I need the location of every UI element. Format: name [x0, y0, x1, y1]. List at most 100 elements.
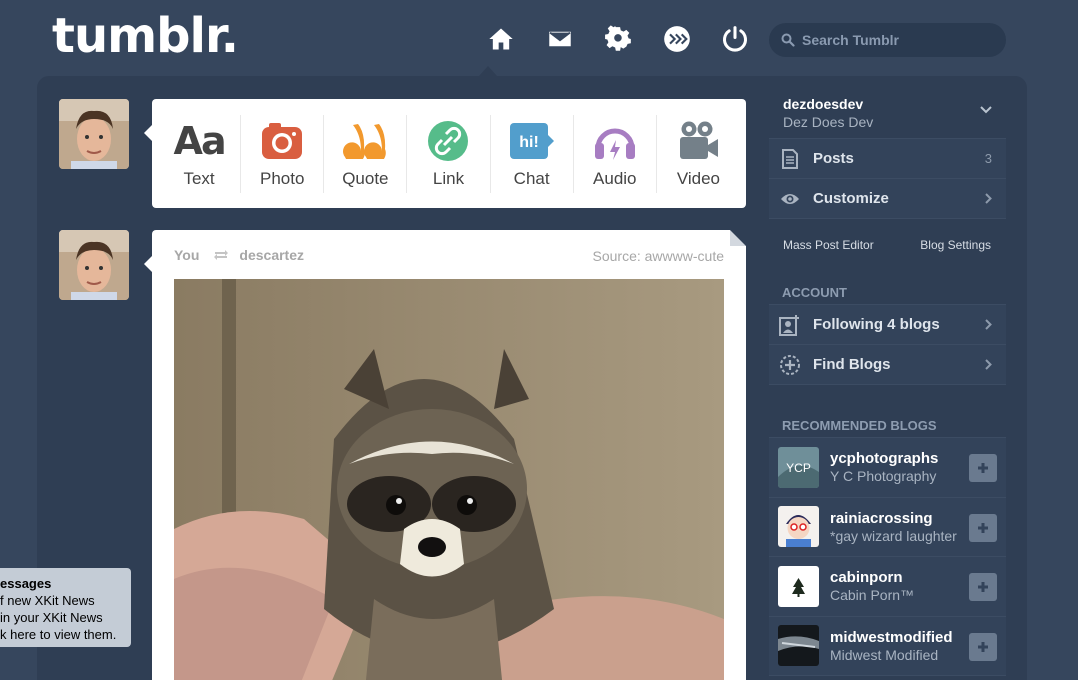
recommended-blog-name[interactable]: cabinporn	[830, 569, 960, 586]
recommended-blog-item[interactable]: rainiacrossing *gay wizard laughter	[769, 497, 1006, 557]
source-link[interactable]: awwww-cute	[645, 248, 724, 264]
recommended-blog-name[interactable]: ycphotographs	[830, 450, 960, 467]
follow-button[interactable]	[969, 513, 997, 542]
sidebar-item-label: Find Blogs	[813, 356, 891, 373]
sidebar-item-find-blogs[interactable]: Find Blogs	[769, 345, 1006, 385]
sidebar-item-label: Posts	[813, 150, 854, 167]
post-type-video[interactable]: Video	[657, 115, 740, 193]
post-type-label: Link	[432, 168, 465, 188]
chevron-right-icon	[985, 193, 992, 204]
blog-small-links: Mass Post Editor Blog Settings	[769, 238, 1006, 252]
user-avatar[interactable]	[59, 99, 129, 169]
recommended-blog-name[interactable]: rainiacrossing	[830, 510, 960, 527]
notification-line: k here to view them.	[0, 627, 117, 642]
follow-button[interactable]	[969, 573, 997, 601]
reblog-icon	[214, 250, 229, 260]
user-avatar-image	[59, 99, 129, 169]
recommended-blog-title: *gay wizard laughter	[830, 527, 957, 544]
post-type-chat[interactable]: hi! Chat	[491, 114, 574, 193]
nav-xkit-button[interactable]	[648, 22, 707, 56]
chevron-right-icon	[985, 359, 992, 370]
plus-icon	[978, 522, 988, 533]
nav-inbox-button[interactable]	[531, 22, 590, 56]
post-author-avatar-image	[59, 230, 129, 300]
xkit-news-notification[interactable]: essages f new XKit News in your XKit New…	[0, 568, 131, 647]
sidebar-item-customize[interactable]: Customize	[769, 179, 1006, 219]
post-type-photo[interactable]: Photo	[241, 114, 325, 193]
headphones-icon	[594, 128, 635, 160]
mass-post-editor-link[interactable]: Mass Post Editor	[783, 238, 874, 252]
top-nav	[472, 22, 765, 56]
recommended-blog-item[interactable]: midwestmodified Midwest Modified	[769, 616, 1006, 676]
post-type-quote[interactable]: Quote	[324, 114, 408, 193]
reblogged-from-link[interactable]: descartez	[239, 247, 304, 263]
post-type-text[interactable]: Aa Text	[158, 114, 242, 193]
recommended-blog-title: Y C Photography	[830, 468, 937, 485]
recommended-blog-item[interactable]: cabinporn Cabin Porn™	[769, 557, 1006, 617]
xkit-icon	[663, 26, 690, 52]
envelope-icon	[547, 29, 573, 49]
recommended-section-header: RECOMMENDED BLOGS	[769, 413, 1006, 438]
gear-icon	[605, 25, 632, 51]
nav-settings-button[interactable]	[589, 22, 648, 56]
sidebar-item-following[interactable]: Following 4 blogs	[769, 305, 1006, 345]
home-icon	[489, 28, 513, 50]
chevron-down-icon[interactable]	[980, 106, 992, 114]
notification-title: essages	[0, 576, 52, 591]
recommended-blog-item[interactable]: YCP ycphotographs Y C Photography	[769, 438, 1006, 498]
compass-icon	[780, 354, 800, 375]
posts-count: 3	[984, 151, 992, 166]
text-icon: Aa	[173, 118, 227, 163]
follow-button[interactable]	[969, 632, 997, 661]
follow-button[interactable]	[969, 454, 997, 482]
recommended-blog-name[interactable]: midwestmodified	[830, 629, 960, 646]
nav-logout-button[interactable]	[706, 22, 765, 56]
post-type-label: Video	[676, 168, 720, 188]
blog-name[interactable]: dezdoesdev	[783, 96, 992, 112]
quote-icon	[343, 123, 387, 159]
search-input[interactable]	[802, 32, 992, 48]
document-icon	[782, 148, 798, 169]
new-post-selector: Aa Text Photo Quote Link hi! Chat Audio …	[144, 99, 746, 208]
chevron-right-icon	[985, 319, 992, 330]
post-author[interactable]: You	[174, 247, 199, 263]
plus-icon	[978, 641, 988, 652]
recommended-blog-avatar[interactable]	[778, 565, 819, 607]
post-type-label: Photo	[259, 168, 305, 188]
post-type-audio[interactable]: Audio	[574, 114, 657, 193]
post-corner-fold	[730, 230, 746, 246]
recommended-blog-avatar[interactable]: YCP	[778, 446, 819, 488]
sidebar-item-label: Customize	[813, 190, 889, 207]
sidebar-item-label: Following 4 blogs	[813, 316, 940, 333]
sidebar-item-posts[interactable]: Posts 3	[769, 139, 1006, 179]
recommended-blog-avatar[interactable]	[778, 625, 819, 667]
search-box[interactable]	[769, 23, 1006, 57]
recommended-blog-title: Cabin Porn™	[830, 587, 915, 604]
nav-active-pointer	[479, 66, 497, 76]
svg-text:hi!: hi!	[519, 134, 539, 151]
post-type-link[interactable]: Link	[407, 114, 491, 193]
link-icon	[428, 120, 469, 161]
post-type-label: Chat	[513, 168, 550, 188]
add-person-icon	[779, 314, 799, 336]
video-camera-icon	[680, 121, 719, 159]
eye-icon	[781, 193, 799, 204]
blog-settings-link[interactable]: Blog Settings	[920, 238, 991, 252]
post-source: Source: awwww-cute	[593, 248, 725, 264]
notification-line: in your XKit News	[0, 610, 103, 625]
recommended-blog-avatar[interactable]	[778, 506, 819, 548]
tumblr-logo[interactable]: tumblr.	[52, 8, 239, 64]
blog-title: Dez Does Dev	[783, 114, 874, 130]
post-type-label: Text	[183, 168, 215, 188]
blog-switcher[interactable]: dezdoesdev Dez Does Dev	[769, 92, 1006, 139]
post-author-avatar[interactable]	[59, 230, 129, 300]
post-photo[interactable]	[174, 279, 724, 680]
post-type-label: Quote	[342, 168, 389, 188]
raccoon-photo-image	[174, 279, 724, 680]
search-icon	[781, 33, 795, 47]
post-header: You descartez	[174, 247, 304, 263]
nav-dashboard-button[interactable]	[472, 22, 531, 56]
sidebar: dezdoesdev Dez Does Dev Posts 3 Customiz…	[769, 92, 1006, 676]
recommended-blog-title: Midwest Modified	[830, 646, 939, 663]
camera-icon	[262, 122, 303, 159]
